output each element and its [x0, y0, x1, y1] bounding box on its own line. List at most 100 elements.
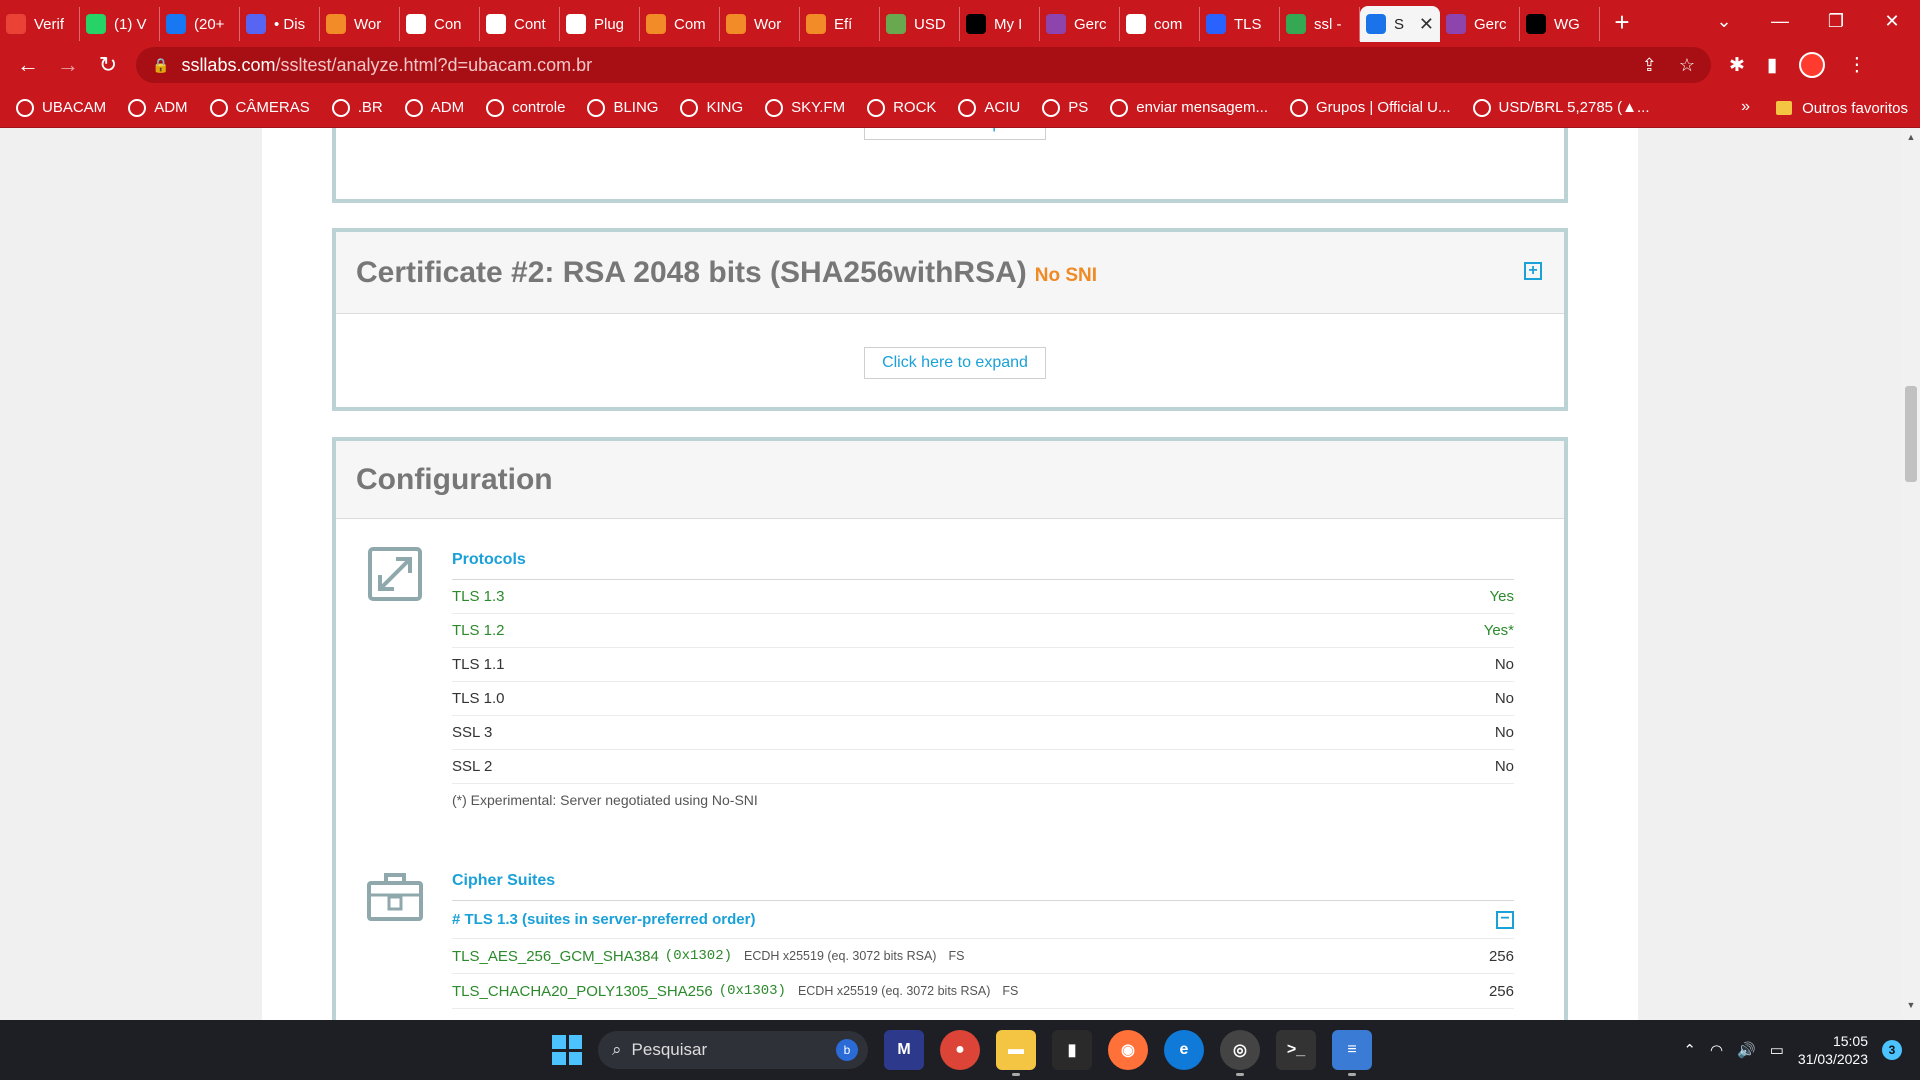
gmail-icon — [6, 14, 26, 34]
bookmark-item[interactable]: PS — [1042, 98, 1088, 117]
browser-tab[interactable]: Efí — [800, 7, 880, 41]
bookmark-item[interactable]: ROCK — [867, 98, 936, 117]
browser-tab[interactable]: Wor — [720, 7, 800, 41]
browser-tab[interactable]: TLS — [1200, 7, 1280, 41]
edge-icon[interactable]: e — [1164, 1030, 1204, 1070]
bookmark-item[interactable]: ADM — [404, 98, 464, 117]
clock[interactable]: 15:05 31/03/2023 — [1798, 1032, 1868, 1068]
browser-tab[interactable]: My I — [960, 7, 1040, 41]
new-tab-button[interactable]: + — [1600, 7, 1644, 38]
extensions-icon[interactable]: ✱ — [1729, 54, 1745, 77]
browser-tab[interactable]: (20+ — [160, 7, 240, 41]
bookmark-item[interactable]: CÂMERAS — [209, 98, 310, 117]
collapse-minus-icon[interactable]: − — [1496, 910, 1514, 929]
browser-tab[interactable]: S ✕ — [1360, 6, 1440, 42]
bookmark-item[interactable]: ADM — [128, 98, 188, 117]
expand-plus-icon[interactable]: + — [1524, 262, 1542, 280]
restore-icon[interactable]: ❐ — [1808, 11, 1864, 32]
bookmark-label: SKY.FM — [791, 99, 846, 116]
bookmark-star-icon[interactable]: ☆ — [1679, 55, 1695, 76]
protocols-table: TLS 1.3 Yes TLS 1.2 Yes* TLS 1.1 No TLS 1.0 No S… — [452, 580, 1514, 784]
page-viewport: Click here to expand Certificate #2: RSA… — [0, 128, 1920, 1020]
address-bar[interactable]: 🔒 ssllabs.com /ssltest/analyze.html?d=ub… — [136, 47, 1711, 83]
bookmark-item[interactable]: USD/BRL 5,2785 (▲... — [1472, 98, 1650, 117]
bookmark-item[interactable]: ACIU — [958, 98, 1020, 117]
browser-tab[interactable]: com — [1120, 7, 1200, 41]
browser-tab[interactable]: Com — [640, 7, 720, 41]
browser-tab[interactable]: Plug — [560, 7, 640, 41]
tab-label: Plug — [594, 15, 625, 33]
tab-label: Gerc — [1474, 15, 1507, 33]
obs-icon[interactable]: ◎ — [1220, 1030, 1260, 1076]
terminal-icon — [1206, 14, 1226, 34]
app-vscode-like-icon[interactable]: M — [884, 1030, 924, 1070]
expand-cert-1-button[interactable]: Click here to expand — [864, 128, 1046, 140]
bookmark-item[interactable]: enviar mensagem... — [1110, 98, 1268, 117]
close-tab-icon[interactable]: ✕ — [1413, 14, 1434, 35]
bookmarks-overflow-button[interactable]: » — [1741, 98, 1750, 116]
wifi-icon[interactable]: ◠ — [1710, 1041, 1723, 1059]
bookmark-list: UBACAM ADM CÂMERAS .BR ADM controle BLING KING S… — [16, 98, 1672, 117]
bookmark-item[interactable]: UBACAM — [16, 98, 106, 117]
browser-tab[interactable]: Con — [400, 7, 480, 41]
bookmark-favicon-icon — [331, 98, 350, 117]
volume-icon[interactable]: 🔊 — [1737, 1041, 1756, 1059]
bookmark-item[interactable]: BLING — [587, 98, 658, 117]
bookmark-item[interactable]: .BR — [331, 98, 383, 117]
configuration-header: Configuration — [336, 441, 1564, 519]
scroll-up-icon[interactable]: ▲ — [1902, 132, 1920, 148]
reload-icon[interactable]: ↻ — [88, 52, 128, 78]
scroll-down-icon[interactable]: ▼ — [1902, 1000, 1920, 1016]
back-icon[interactable]: ← — [8, 52, 48, 78]
expand-cert-2-button[interactable]: Click here to expand — [864, 347, 1046, 379]
forward-icon[interactable]: → — [48, 52, 88, 78]
side-panel-icon[interactable]: ▮ — [1767, 54, 1777, 77]
firefox-icon[interactable]: ◉ — [1108, 1030, 1148, 1070]
chrome-icon[interactable]: ● — [940, 1030, 980, 1070]
browser-toolbar: ← → ↻ 🔒 ssllabs.com /ssltest/analyze.htm… — [0, 42, 1920, 88]
bookmark-item[interactable]: KING — [680, 98, 743, 117]
bing-icon[interactable]: b — [836, 1039, 858, 1061]
cipher-key-exchange: ECDH x25519 (eq. 3072 bits RSA) — [797, 984, 991, 998]
bookmark-favicon-icon — [486, 98, 505, 117]
browser-tab[interactable]: Gerc — [1440, 7, 1520, 41]
tab-search-icon[interactable]: ⌄ — [1696, 11, 1752, 32]
browser-tab[interactable]: Cont — [480, 7, 560, 41]
tab-label: • Dis — [274, 15, 306, 33]
browser-tab[interactable]: Verif — [0, 7, 80, 41]
browser-tab[interactable]: (1) V — [80, 7, 160, 41]
other-bookmarks-folder[interactable]: Outros favoritos — [1776, 88, 1908, 128]
notepad-icon[interactable]: ≡ — [1332, 1030, 1372, 1076]
bookmark-item[interactable]: controle — [486, 98, 565, 117]
protocol-name: SSL 3 — [452, 724, 493, 741]
bookmark-item[interactable]: Grupos | Official U... — [1290, 98, 1451, 117]
close-window-icon[interactable]: ✕ — [1864, 11, 1920, 32]
bookmark-favicon-icon — [765, 98, 784, 117]
terminal-icon[interactable]: >_ — [1276, 1030, 1316, 1070]
audio-app-icon[interactable]: ▮ — [1052, 1030, 1092, 1070]
scrollbar-thumb[interactable] — [1905, 386, 1917, 482]
page-scrollbar[interactable]: ▲ ▼ — [1902, 128, 1920, 1020]
cipher-name: TLS_AES_256_GCM_SHA384 — [452, 947, 659, 965]
file-explorer-icon[interactable]: ▬ — [996, 1030, 1036, 1076]
taskbar-search[interactable]: ⌕ Pesquisar b — [598, 1031, 868, 1069]
browser-tab[interactable]: USD — [880, 7, 960, 41]
start-button[interactable] — [552, 1035, 582, 1065]
tab-label: Verif — [34, 15, 65, 33]
browser-tab[interactable]: Gerc — [1040, 7, 1120, 41]
tray-overflow-icon[interactable]: ⌃ — [1683, 1041, 1696, 1059]
menu-icon[interactable]: ⋮ — [1847, 54, 1866, 77]
browser-tab[interactable]: WG — [1520, 7, 1600, 41]
browser-tab[interactable]: ssl - — [1280, 7, 1360, 41]
browser-tab[interactable]: Wor — [320, 7, 400, 41]
doc-icon — [1286, 14, 1306, 34]
minimize-icon[interactable]: — — [1752, 11, 1808, 32]
lock-icon[interactable]: 🔒 — [152, 57, 169, 74]
bookmark-item[interactable]: SKY.FM — [765, 98, 846, 117]
notification-badge[interactable]: 3 — [1882, 1040, 1902, 1060]
share-icon[interactable]: ⇪ — [1642, 55, 1657, 76]
browser-tab[interactable]: • Dis — [240, 7, 320, 41]
protocol-row: SSL 3 No — [452, 716, 1514, 750]
profile-avatar[interactable] — [1799, 52, 1826, 78]
battery-icon[interactable]: ▭ — [1770, 1041, 1784, 1059]
